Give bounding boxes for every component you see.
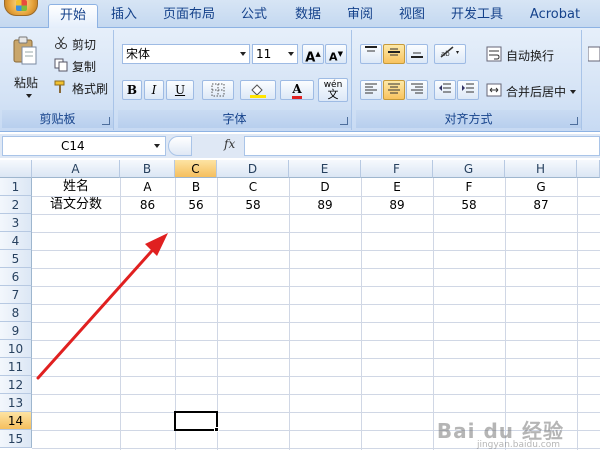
- font-group-label: 字体: [118, 110, 351, 128]
- tab-data[interactable]: 数据: [286, 4, 330, 28]
- font-name-select[interactable]: 宋体: [122, 44, 250, 64]
- align-middle-button[interactable]: [383, 44, 405, 64]
- svg-text:ab: ab: [441, 50, 450, 58]
- ribbon: 粘贴 剪切 复制 格式刷 剪贴板 宋体 11 A▲ A▼ B I U A wén…: [0, 28, 600, 132]
- tab-formulas[interactable]: 公式: [232, 4, 276, 28]
- align-top-button[interactable]: [360, 44, 382, 64]
- font-launcher-icon[interactable]: [340, 117, 348, 125]
- merge-center-button[interactable]: 合并后居中: [506, 83, 566, 100]
- cut-button[interactable]: 剪切: [72, 36, 96, 53]
- tab-view[interactable]: 视图: [390, 4, 434, 28]
- wrap-text-icon: [486, 46, 502, 65]
- phonetic-guide-bottom: 文: [327, 88, 339, 101]
- copy-button[interactable]: 复制: [72, 58, 96, 75]
- paste-button[interactable]: 粘贴: [14, 74, 38, 91]
- align-left-icon: [365, 83, 377, 94]
- office-button[interactable]: [4, 0, 38, 16]
- alignment-launcher-icon[interactable]: [570, 117, 578, 125]
- borders-button[interactable]: [202, 80, 234, 100]
- tab-home[interactable]: 开始: [48, 4, 98, 28]
- alignment-group: ab 自动换行 合并后居中 对齐方式: [356, 30, 582, 130]
- format-painter-icon: [54, 80, 68, 97]
- increase-indent-button[interactable]: [457, 80, 479, 100]
- wrap-text-button[interactable]: 自动换行: [506, 47, 554, 64]
- underline-button[interactable]: U: [166, 80, 194, 100]
- merge-center-dropdown-icon[interactable]: [570, 90, 576, 94]
- shrink-font-button[interactable]: A▼: [325, 44, 347, 64]
- align-right-button[interactable]: [406, 80, 428, 100]
- insert-function-icon[interactable]: fx: [224, 137, 235, 151]
- merge-center-icon: [486, 82, 502, 101]
- formula-bar: C14 fx: [0, 134, 600, 158]
- align-left-button[interactable]: [360, 80, 382, 100]
- orientation-icon: ab: [440, 46, 459, 58]
- clipboard-group-label: 剪贴板: [2, 110, 113, 128]
- font-color-button[interactable]: A: [280, 80, 314, 100]
- font-size-dropdown-icon: [288, 52, 294, 56]
- increase-indent-icon: [462, 83, 474, 93]
- phonetic-guide-button[interactable]: wén 文: [318, 78, 348, 102]
- number-group-partial: [586, 30, 600, 130]
- decrease-indent-button[interactable]: [434, 80, 456, 100]
- borders-icon: [211, 83, 225, 97]
- grow-font-button[interactable]: A▲: [302, 44, 324, 65]
- align-center-icon: [388, 83, 400, 94]
- align-top-icon: [365, 46, 377, 52]
- annotation-arrow-icon: [36, 233, 168, 380]
- name-box[interactable]: C14: [2, 136, 166, 156]
- italic-button[interactable]: I: [144, 80, 164, 100]
- orientation-button[interactable]: ab: [434, 44, 466, 64]
- paste-icon: [12, 36, 38, 69]
- formula-bar-expand-handle[interactable]: [168, 136, 192, 156]
- alignment-group-label: 对齐方式: [356, 110, 581, 128]
- align-middle-icon: [388, 48, 400, 56]
- format-painter-button[interactable]: 格式刷: [72, 80, 108, 97]
- name-box-value: C14: [61, 139, 85, 153]
- cut-icon: [54, 36, 68, 53]
- formula-input[interactable]: [244, 136, 600, 156]
- clipboard-launcher-icon[interactable]: [102, 117, 110, 125]
- align-bottom-button[interactable]: [406, 44, 428, 64]
- tab-developer[interactable]: 开发工具: [444, 4, 510, 28]
- paste-dropdown-icon[interactable]: [26, 94, 32, 98]
- tab-review[interactable]: 审阅: [338, 4, 382, 28]
- align-center-button[interactable]: [383, 80, 405, 100]
- decrease-indent-icon: [439, 83, 451, 93]
- tab-page-layout[interactable]: 页面布局: [156, 4, 222, 28]
- bold-button[interactable]: B: [122, 80, 142, 100]
- clipboard-group: 粘贴 剪切 复制 格式刷 剪贴板: [2, 30, 114, 130]
- font-color-icon: A: [292, 82, 302, 99]
- align-bottom-icon: [411, 52, 423, 58]
- office-logo-icon: [16, 0, 27, 11]
- font-name-value: 宋体: [126, 47, 151, 61]
- tab-insert[interactable]: 插入: [102, 4, 146, 28]
- font-name-dropdown-icon: [240, 52, 246, 56]
- align-right-icon: [411, 83, 423, 94]
- copy-icon: [54, 58, 68, 75]
- worksheet-grid[interactable]: A B C D E F G H 1 2 3 4 5 6 7 8 9 10 11 …: [0, 160, 600, 450]
- fill-color-icon: [250, 84, 266, 98]
- ribbon-tabs: 开始 插入 页面布局 公式 数据 审阅 视图 开发工具 Acrobat: [0, 0, 600, 28]
- watermark-sub: jingyan.baidu.com: [476, 440, 560, 450]
- tab-acrobat[interactable]: Acrobat: [522, 4, 588, 28]
- font-group: 宋体 11 A▲ A▼ B I U A wén 文 字体: [118, 30, 352, 130]
- font-size-value: 11: [256, 47, 272, 61]
- name-box-dropdown-icon: [154, 144, 160, 148]
- font-size-select[interactable]: 11: [252, 44, 298, 64]
- number-format-icon: [587, 46, 600, 65]
- fill-color-button[interactable]: [240, 80, 276, 100]
